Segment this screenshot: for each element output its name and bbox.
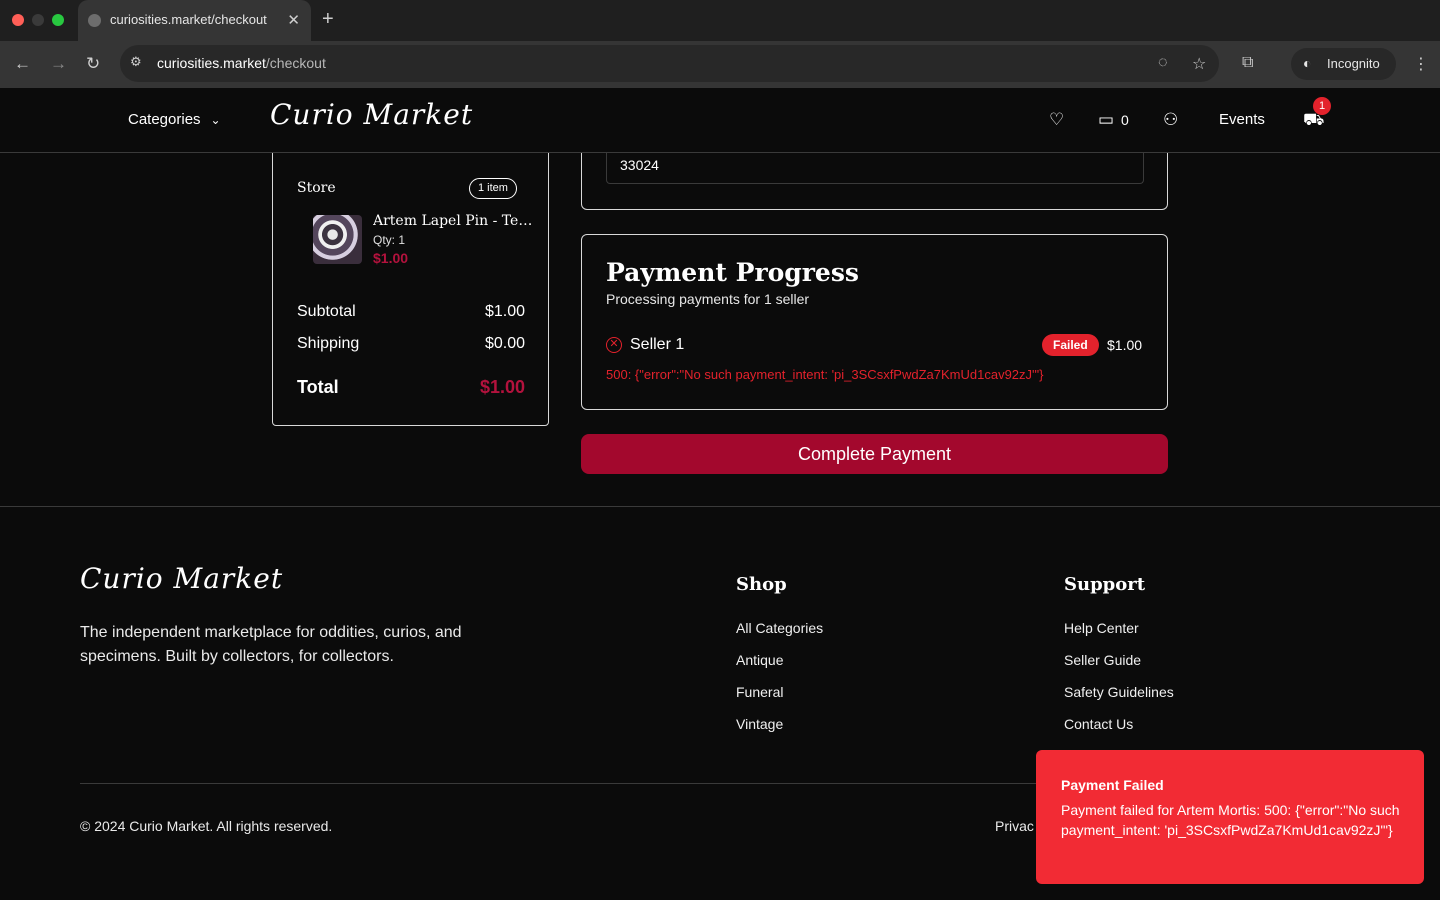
toast-title: Payment Failed [1061,777,1164,793]
total-row: Total $1.00 [297,377,525,398]
forward-arrow-icon[interactable]: → [50,54,67,74]
categories-dropdown[interactable]: Categories ⌄ [128,111,221,128]
maximize-window-button[interactable] [52,14,64,26]
subtotal-row: Subtotal $1.00 [297,303,525,321]
seller-name: Seller 1 [630,336,685,353]
chevron-down-icon: ⌄ [210,113,221,127]
toast-message: Payment failed for Artem Mortis: 500: {"… [1061,802,1400,838]
site-settings-icon[interactable]: ⚙ [130,54,148,72]
total-value: $1.00 [479,377,525,397]
close-tab-icon[interactable]: ✕ [287,11,300,29]
browser-tab-bar: curiosities.market/checkout ✕ + [0,0,1440,41]
privacy-link[interactable]: Privac [995,818,1034,834]
messages-icon[interactable]: ▭ [1098,110,1114,130]
browser-toolbar: ← → ↻ ⚙ curiosities.market/checkout ◌ ☆ … [0,41,1440,88]
url-text: curiosities.market/checkout [157,55,326,71]
product-thumbnail [313,215,362,264]
total-label: Total [297,377,339,397]
payment-progress-card: Payment Progress Processing payments for… [581,234,1168,410]
store-label: Store [297,180,336,196]
footer-link-seller-guide[interactable]: Seller Guide [1064,652,1141,668]
item-count-badge: 1 item [469,178,517,199]
payment-progress-subtitle: Processing payments for 1 seller [606,291,810,307]
failed-x-icon: ✕ [606,337,622,353]
shop-heading: Shop [736,574,787,595]
complete-payment-button[interactable]: Complete Payment [581,434,1168,474]
support-heading: Support [1064,574,1146,595]
site-logo[interactable]: Curio Market [270,98,473,131]
eye-off-icon[interactable]: ◌ [1158,54,1168,72]
tab-title: curiosities.market/checkout [110,12,267,27]
shipping-value: $0.00 [484,335,525,352]
footer-link-contact-us[interactable]: Contact Us [1064,716,1133,732]
zip-code-value: 33024 [620,157,659,173]
footer-link-help-center[interactable]: Help Center [1064,620,1139,636]
footer-logo[interactable]: Curio Market [80,562,283,595]
wishlist-heart-icon[interactable]: ♡ [1049,110,1064,130]
product-name: Artem Lapel Pin - Tes... [373,213,533,229]
footer-link-all-categories[interactable]: All Categories [736,620,823,636]
status-badge: Failed [1042,334,1099,356]
close-window-button[interactable] [12,14,24,26]
footer-link-vintage[interactable]: Vintage [736,716,783,732]
globe-icon [88,14,101,27]
messages-count: 0 [1121,112,1129,128]
events-link[interactable]: Events [1219,111,1265,128]
subtotal-value: $1.00 [484,303,525,320]
footer-link-safety-guidelines[interactable]: Safety Guidelines [1064,684,1174,700]
order-summary-card: Store 1 item Artem Lapel Pin - Tes... Qt… [272,120,549,426]
address-bar[interactable]: ⚙ curiosities.market/checkout ◌ ☆ [120,45,1219,82]
browser-tab[interactable]: curiosities.market/checkout ✕ [78,0,311,41]
footer-link-antique[interactable]: Antique [736,652,783,668]
new-tab-button[interactable]: + [322,8,334,31]
product-qty: Qty: 1 [373,233,406,247]
tab-search-icon[interactable]: ⧉ [1242,54,1253,72]
shipping-label: Shipping [297,335,360,352]
incognito-icon: ◐ [1303,55,1312,71]
bookmark-star-icon[interactable]: ☆ [1192,54,1206,74]
shipping-row: Shipping $0.00 [297,335,525,353]
subtotal-label: Subtotal [297,303,356,320]
user-account-icon[interactable]: ⚇ [1163,110,1178,130]
seller-amount: $1.00 [1107,337,1143,353]
site-header: Categories ⌄ Curio Market ♡ ▭ 0 ⚇ Events … [0,88,1440,153]
payment-failed-toast[interactable]: Payment Failed Payment failed for Artem … [1036,750,1424,884]
minimize-window-button[interactable] [32,14,44,26]
reload-icon[interactable]: ↻ [86,54,100,74]
cart-count-badge: 1 [1313,97,1331,115]
incognito-label: Incognito [1327,56,1380,71]
incognito-indicator[interactable]: ◐ Incognito [1291,48,1396,80]
footer-tagline: The independent marketplace for oddities… [80,624,462,665]
categories-label: Categories [128,111,201,128]
copyright-text: © 2024 Curio Market. All rights reserved… [80,818,333,834]
payment-error-message: 500: {"error":"No such payment_intent: '… [606,367,1044,382]
more-menu-icon[interactable]: ⋮ [1413,54,1429,74]
payment-progress-title: Payment Progress [606,258,859,287]
product-price: $1.00 [373,250,409,266]
back-arrow-icon[interactable]: ← [14,54,31,74]
footer-link-funeral[interactable]: Funeral [736,684,783,700]
